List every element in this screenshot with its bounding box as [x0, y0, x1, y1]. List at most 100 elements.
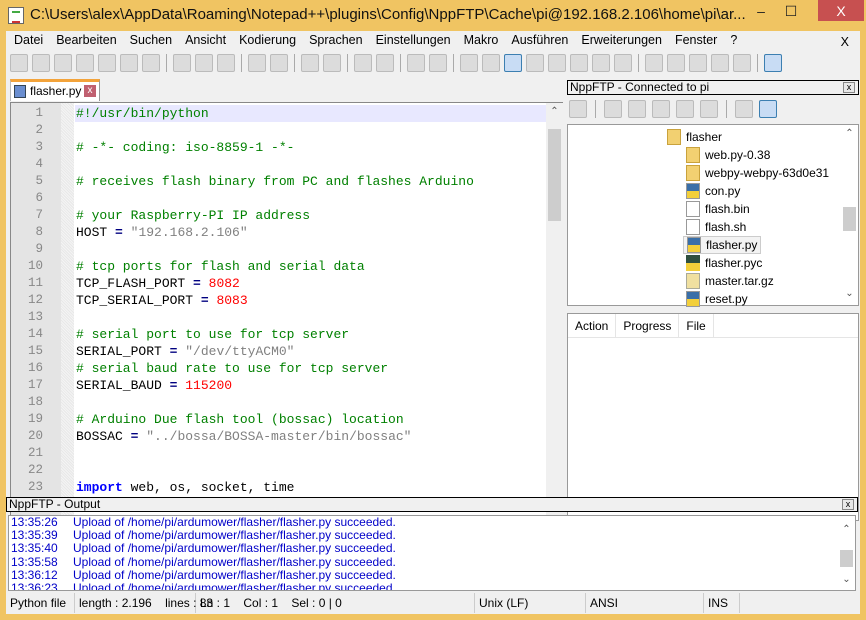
menu-suchen[interactable]: Suchen	[122, 31, 177, 50]
menu-fenster[interactable]: Fenster	[667, 31, 722, 50]
tree-item[interactable]: web.py-0.38	[683, 146, 773, 164]
stop-record-icon[interactable]	[667, 54, 685, 72]
monitor-icon[interactable]	[614, 54, 632, 72]
redo-icon[interactable]	[270, 54, 288, 72]
new-file-icon[interactable]	[10, 54, 28, 72]
find-icon[interactable]	[301, 54, 319, 72]
connect-icon[interactable]	[569, 100, 587, 118]
line-code: TCP_SERIAL_PORT = 8083	[75, 292, 551, 309]
cut-icon[interactable]	[173, 54, 191, 72]
code-token: # Arduino Due flash tool (bossac) locati…	[76, 412, 404, 427]
code-editor[interactable]: 1 #!/usr/bin/python 2 3 # -*- coding: iso-8…	[10, 102, 563, 521]
menu-ausführen[interactable]: Ausführen	[503, 31, 573, 50]
menu-[interactable]: ?	[722, 31, 742, 50]
menu-sprachen[interactable]: Sprachen	[301, 31, 368, 50]
scrollbar-thumb[interactable]	[548, 129, 561, 221]
folder-workspace-icon[interactable]	[592, 54, 610, 72]
output-scrollbar[interactable]: ⌃ ⌄	[838, 516, 855, 590]
play-macro-icon[interactable]	[689, 54, 707, 72]
line-number: 4	[35, 157, 43, 171]
close-icon[interactable]	[98, 54, 116, 72]
tree-item[interactable]: webpy-webpy-63d0e31	[683, 164, 832, 182]
record-macro-icon[interactable]	[645, 54, 663, 72]
refresh-icon[interactable]	[676, 100, 694, 118]
copy-icon[interactable]	[195, 54, 213, 72]
menu-erweiterungen[interactable]: Erweiterungen	[573, 31, 667, 50]
menu-makro[interactable]: Makro	[456, 31, 504, 50]
upload-icon[interactable]	[652, 100, 670, 118]
sync-horizontal-icon[interactable]	[429, 54, 447, 72]
column-header-progress[interactable]: Progress	[616, 314, 680, 337]
close-window-button[interactable]: X	[818, 0, 864, 21]
output-log[interactable]: 13:35:26 Upload of /home/pi/ardumower/fla…	[8, 515, 856, 591]
remote-file-tree[interactable]: ⌃ ⌄ flasher web.py-0.38 webpy-webpy-63d0e3…	[567, 124, 859, 308]
tree-item[interactable]: flash.sh	[683, 218, 749, 236]
minimize-button[interactable]: –	[746, 0, 776, 22]
status-insert-mode: INS	[704, 593, 740, 613]
replace-icon[interactable]	[323, 54, 341, 72]
word-wrap-icon[interactable]	[460, 54, 478, 72]
print-icon[interactable]	[142, 54, 160, 72]
zoom-in-icon[interactable]	[354, 54, 372, 72]
save-macro-icon[interactable]	[733, 54, 751, 72]
menu-einstellungen[interactable]: Einstellungen	[368, 31, 456, 50]
window-title: C:\Users\alex\AppData\Roaming\Notepad++\…	[30, 6, 746, 23]
scroll-up-icon[interactable]: ⌃	[546, 106, 563, 117]
run-macro-multiple-icon[interactable]	[711, 54, 729, 72]
zoom-out-icon[interactable]	[376, 54, 394, 72]
editor-scrollbar[interactable]: ⌃ ⌄	[546, 103, 563, 520]
tree-item[interactable]: flasher.pyc	[683, 254, 765, 272]
indent-guide-icon[interactable]	[504, 54, 522, 72]
close-all-icon[interactable]	[120, 54, 138, 72]
status-eol[interactable]: Unix (LF)	[475, 593, 586, 613]
menu-close-document-button[interactable]: X	[833, 33, 854, 49]
undo-icon[interactable]	[248, 54, 266, 72]
line-number: 16	[27, 361, 43, 375]
scroll-down-icon[interactable]: ⌄	[838, 574, 855, 585]
open-file-icon[interactable]	[32, 54, 50, 72]
folder-icon	[686, 165, 700, 181]
function-list-icon[interactable]	[570, 54, 588, 72]
nppftp-icon[interactable]	[764, 54, 782, 72]
status-encoding[interactable]: ANSI	[586, 593, 704, 613]
menu-kodierung[interactable]: Kodierung	[231, 31, 301, 50]
message-window-icon[interactable]	[759, 100, 777, 118]
open-cache-folder-icon[interactable]	[604, 100, 622, 118]
show-all-chars-icon[interactable]	[482, 54, 500, 72]
tree-item[interactable]: master.tar.gz	[683, 272, 777, 290]
transfer-queue[interactable]: Action Progress File	[567, 313, 859, 521]
scrollbar-thumb[interactable]	[840, 550, 853, 567]
scrollbar-thumb[interactable]	[843, 207, 856, 231]
panel-close-button[interactable]: x	[843, 82, 855, 93]
tree-item[interactable]: con.py	[683, 182, 743, 200]
tree-item[interactable]: reset.py	[683, 290, 751, 308]
abort-icon[interactable]	[700, 100, 718, 118]
tree-scrollbar[interactable]: ⌃ ⌄	[841, 125, 858, 305]
tree-item[interactable]: flash.bin	[683, 200, 753, 218]
menu-datei[interactable]: Datei	[6, 31, 48, 50]
tab-close-button[interactable]: x	[84, 85, 96, 97]
column-header-file[interactable]: File	[679, 314, 714, 337]
tree-item[interactable]: flasher.py	[683, 236, 762, 254]
maximize-button[interactable]: ☐	[776, 0, 806, 22]
user-lang-icon[interactable]	[526, 54, 544, 72]
tab-flasher-py[interactable]: flasher.py x	[10, 79, 100, 101]
scroll-down-icon[interactable]: ⌄	[841, 288, 858, 299]
scroll-up-icon[interactable]: ⌃	[838, 524, 855, 535]
tree-item[interactable]: flasher	[664, 128, 725, 146]
menu-ansicht[interactable]: Ansicht	[177, 31, 231, 50]
save-all-icon[interactable]	[76, 54, 94, 72]
menu-bearbeiten[interactable]: Bearbeiten	[48, 31, 121, 50]
paste-icon[interactable]	[217, 54, 235, 72]
output-close-button[interactable]: x	[842, 499, 854, 510]
scroll-up-icon[interactable]: ⌃	[841, 128, 858, 139]
line-code: BOSSAC = "../bossa/BOSSA-master/bin/boss…	[75, 428, 551, 445]
line-number: 1	[35, 106, 43, 120]
line-number: 3	[35, 140, 43, 154]
sync-vertical-icon[interactable]	[407, 54, 425, 72]
download-icon[interactable]	[628, 100, 646, 118]
save-icon[interactable]	[54, 54, 72, 72]
doc-map-icon[interactable]	[548, 54, 566, 72]
settings-icon[interactable]	[735, 100, 753, 118]
column-header-action[interactable]: Action	[568, 314, 617, 337]
